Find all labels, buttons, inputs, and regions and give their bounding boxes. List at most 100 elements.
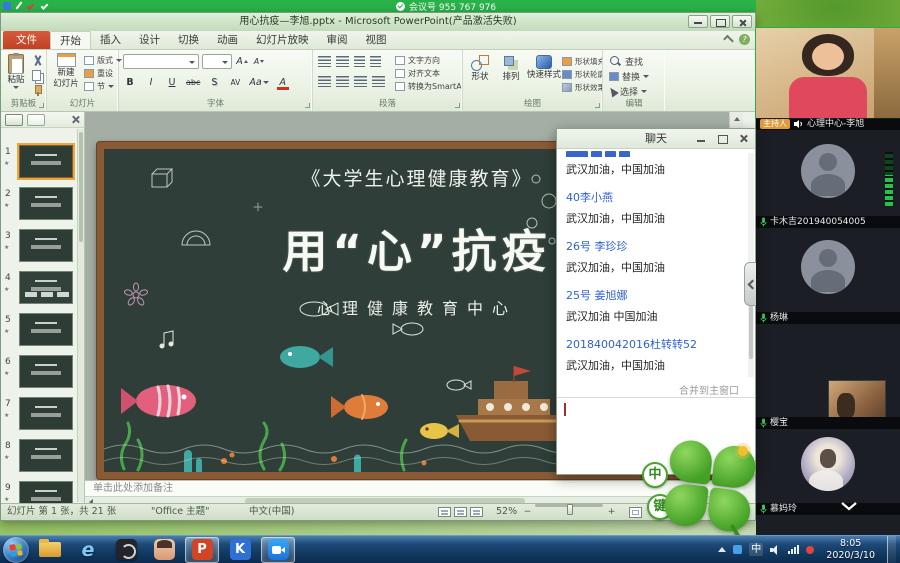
slide-thumbnail-1[interactable]: 1★	[1, 144, 77, 182]
pencil-icon[interactable]	[15, 1, 22, 9]
bold-icon[interactable]: B	[123, 75, 137, 89]
slide-thumbnail-6[interactable]: 6★	[1, 354, 77, 392]
participant-tile[interactable]	[756, 324, 900, 417]
taskbar-powerpoint[interactable]: P	[185, 537, 219, 563]
taskbar-app-dark[interactable]	[109, 537, 143, 563]
minimize-button[interactable]	[688, 15, 708, 28]
underline-icon[interactable]: U	[165, 75, 179, 89]
show-desktop-button[interactable]	[887, 536, 896, 563]
taskbar-meeting[interactable]	[261, 537, 295, 563]
chevron-down-icon[interactable]	[840, 501, 858, 511]
participant-tile[interactable]	[756, 429, 900, 503]
chat-close-icon[interactable]	[738, 133, 749, 144]
tab-view[interactable]: 视图	[357, 31, 396, 49]
reading-view-icon[interactable]	[470, 507, 483, 517]
taskbar-app-k[interactable]: K	[223, 537, 257, 563]
tab-design[interactable]: 设计	[130, 31, 169, 49]
help-icon[interactable]	[739, 34, 750, 45]
font-color-icon[interactable]: A	[276, 75, 290, 89]
shrink-font-icon[interactable]: A	[252, 55, 266, 69]
format-painter-icon[interactable]	[32, 85, 43, 96]
participant-tile[interactable]	[756, 130, 900, 216]
tab-animations[interactable]: 动画	[208, 31, 247, 49]
new-slide-button[interactable]: 新建 幻灯片	[50, 53, 82, 89]
text-shadow-icon[interactable]: S	[207, 75, 221, 89]
font-size-combo[interactable]	[202, 54, 232, 69]
increase-indent-icon[interactable]	[370, 56, 381, 67]
strikethrough-icon[interactable]: abc	[186, 75, 200, 89]
close-button[interactable]	[732, 15, 752, 28]
chat-minimize-icon[interactable]	[696, 133, 707, 144]
notification-dot-icon[interactable]	[806, 546, 814, 554]
copy-icon[interactable]	[32, 70, 43, 81]
layout-button[interactable]: 版式	[84, 54, 122, 67]
align-right-icon[interactable]	[354, 76, 367, 87]
drawing-dialog-launcher[interactable]	[595, 103, 600, 108]
taskbar-app-portrait[interactable]	[147, 537, 181, 563]
tray-app-icon[interactable]	[733, 545, 742, 554]
italic-icon[interactable]: I	[144, 75, 158, 89]
slides-tab-icon[interactable]	[5, 114, 23, 126]
tab-home[interactable]: 开始	[50, 31, 91, 49]
decrease-indent-icon[interactable]	[354, 56, 365, 67]
minimize-ribbon-icon[interactable]	[723, 34, 734, 45]
clipboard-dialog-launcher[interactable]	[39, 103, 44, 108]
bullets-icon[interactable]	[318, 56, 331, 67]
normal-view-icon[interactable]	[438, 507, 451, 517]
align-left-icon[interactable]	[318, 76, 331, 87]
volume-icon[interactable]	[770, 545, 781, 555]
select-button[interactable]: 选择	[609, 84, 649, 99]
chat-maximize-icon[interactable]	[717, 133, 728, 144]
align-text-button[interactable]: 对齐文本	[395, 67, 461, 80]
zoom-slider[interactable]	[535, 504, 603, 507]
convert-smartart-button[interactable]: 转换为SmartArt	[395, 80, 461, 93]
tab-file[interactable]: 文件	[3, 31, 50, 49]
participant-tile[interactable]	[756, 228, 900, 312]
shape-effects-button[interactable]: 形状效果	[562, 81, 602, 94]
window-titlebar[interactable]: 用心抗疫—李旭.pptx - Microsoft PowerPoint(产品激活…	[1, 13, 755, 31]
slide-thumbnail-2[interactable]: 2★	[1, 186, 77, 224]
character-spacing-icon[interactable]: AV	[228, 75, 242, 89]
section-button[interactable]: 节	[84, 80, 122, 93]
tab-slideshow[interactable]: 幻灯片放映	[247, 31, 318, 49]
numbering-icon[interactable]	[336, 56, 349, 67]
quick-styles-button[interactable]: 快速样式	[527, 55, 561, 80]
text-direction-button[interactable]: 文字方向	[395, 54, 461, 67]
outline-tab-icon[interactable]	[27, 114, 45, 126]
chat-messages[interactable]: 武汉加油，中国加油 40李小燕 武汉加油，中国加油 26号 李珍珍 武汉加油，中…	[557, 149, 747, 381]
taskbar-explorer[interactable]	[33, 537, 67, 563]
maximize-button[interactable]	[710, 15, 730, 28]
slide-thumbnail-9[interactable]: 9★	[1, 480, 77, 503]
taskbar-ie[interactable]: e	[71, 537, 105, 563]
change-case-icon[interactable]: Aa	[249, 75, 268, 89]
slide-thumbnail-8[interactable]: 8★	[1, 438, 77, 476]
network-icon[interactable]	[788, 545, 799, 554]
close-panel-icon[interactable]	[71, 115, 80, 124]
hidden-icons-arrow[interactable]	[718, 547, 726, 552]
thumbnail-scrollbar[interactable]	[77, 129, 84, 502]
ime-widget[interactable]: 中 键	[636, 440, 758, 540]
language-indicator[interactable]: 中文(中国)	[249, 504, 294, 520]
shape-outline-button[interactable]: 形状轮廓	[562, 68, 602, 81]
arrange-button[interactable]: 排列	[496, 55, 526, 82]
reset-button[interactable]: 重设	[84, 67, 122, 80]
slide-thumbnail-5[interactable]: 5★	[1, 312, 77, 350]
slide-thumbnail-4[interactable]: 4★	[1, 270, 77, 308]
slide-thumbnail-3[interactable]: 3★	[1, 228, 77, 266]
justify-icon[interactable]	[372, 76, 385, 87]
host-video-tile[interactable]	[756, 28, 900, 118]
replace-button[interactable]: 替换	[609, 69, 649, 84]
participant-tile[interactable]	[756, 515, 900, 535]
start-button[interactable]	[3, 537, 29, 563]
zoom-in-icon[interactable]: +	[607, 508, 616, 517]
paragraph-dialog-launcher[interactable]	[455, 103, 460, 108]
shape-fill-button[interactable]: 形状填充	[562, 55, 602, 68]
font-dialog-launcher[interactable]	[305, 103, 310, 108]
slide-sorter-icon[interactable]	[454, 507, 467, 517]
find-button[interactable]: 查找	[609, 54, 649, 69]
panel-collapse-handle[interactable]	[744, 262, 756, 306]
tab-transitions[interactable]: 切换	[169, 31, 208, 49]
align-center-icon[interactable]	[336, 76, 349, 87]
tab-insert[interactable]: 插入	[91, 31, 130, 49]
paste-button[interactable]: 粘贴	[3, 54, 29, 89]
